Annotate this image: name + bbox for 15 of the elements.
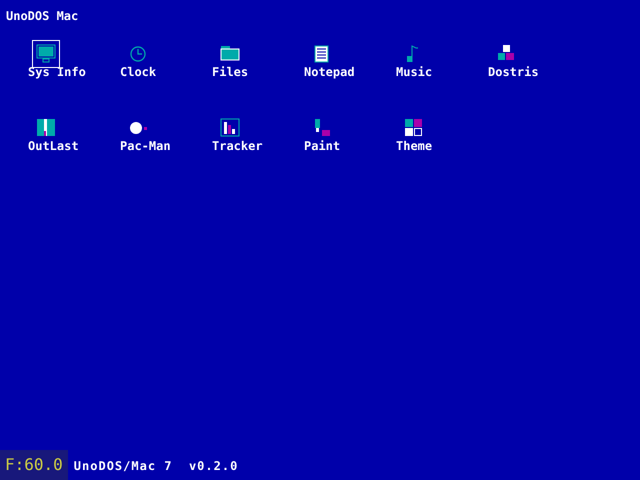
icon-label[interactable]: Sys Info	[28, 66, 86, 78]
version-text: UnoDOS/Mac 7 v0.2.0	[74, 458, 238, 475]
icon-label[interactable]: OutLast	[28, 140, 79, 152]
desktop-title: UnoDOS Mac	[6, 9, 78, 23]
fps-counter: F:60.0	[0, 450, 68, 480]
icon-label[interactable]: Music	[396, 66, 432, 78]
icon-label[interactable]: Tracker	[212, 140, 263, 152]
icon-label[interactable]: Dostris	[488, 66, 539, 78]
icon-selection[interactable]	[32, 40, 60, 68]
icon-label[interactable]: Paint	[304, 140, 340, 152]
icon-label[interactable]: Notepad	[304, 66, 355, 78]
icon-label[interactable]: Clock	[120, 66, 156, 78]
icon-label[interactable]: Theme	[396, 140, 432, 152]
icon-label[interactable]: Pac-Man	[120, 140, 171, 152]
icon-label[interactable]: Files	[212, 66, 248, 78]
